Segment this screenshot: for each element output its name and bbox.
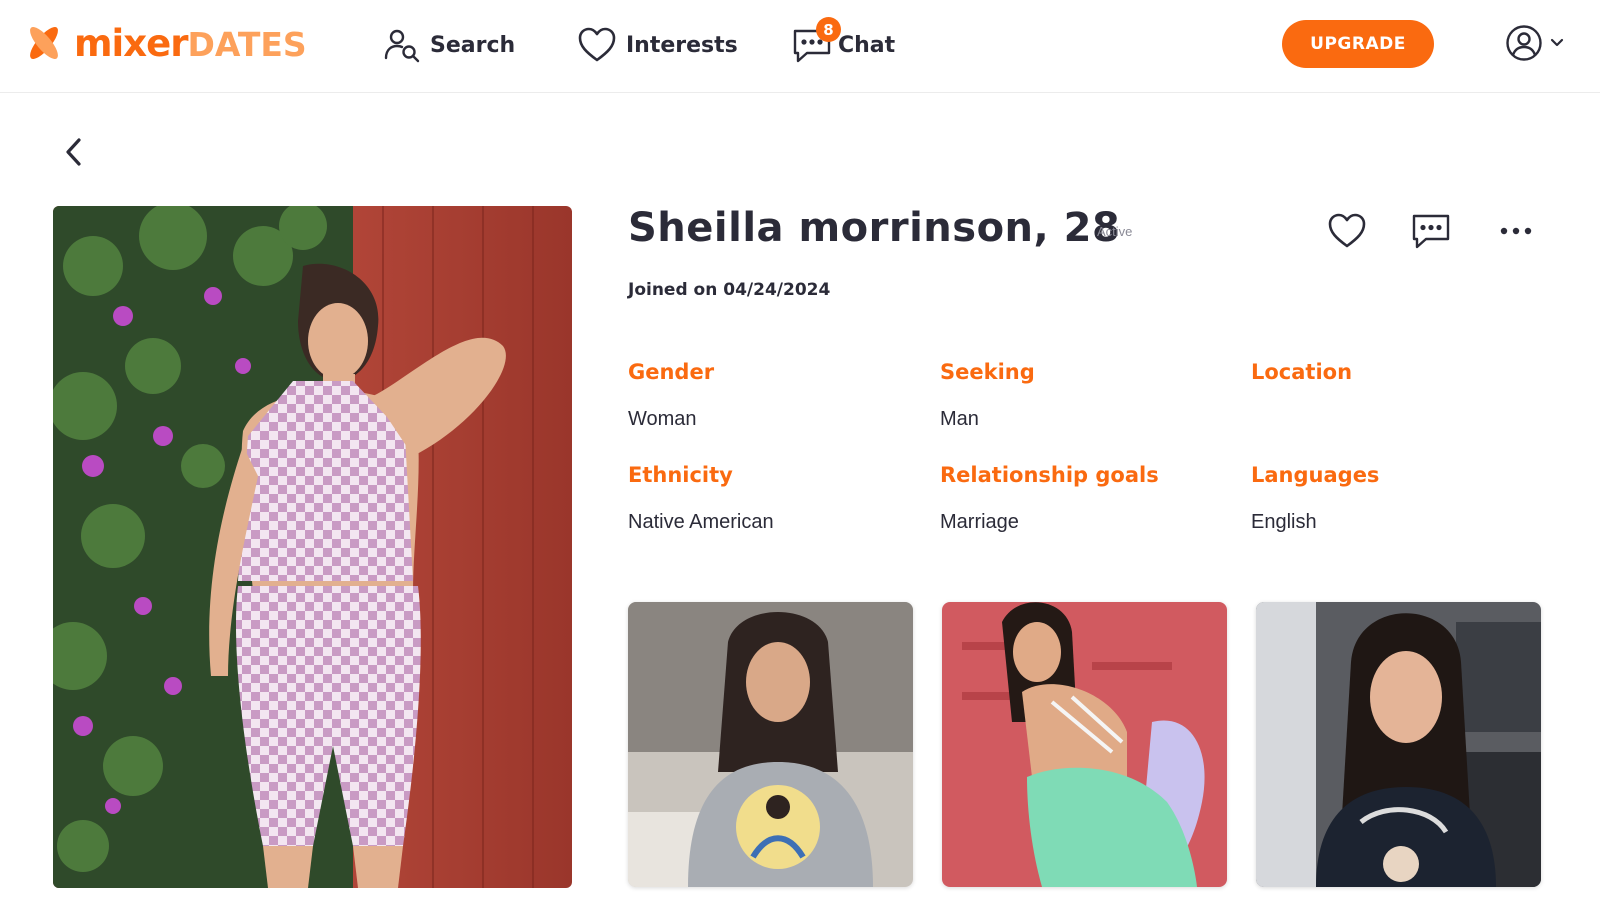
- main-profile-photo[interactable]: [53, 206, 572, 888]
- like-button[interactable]: [1324, 208, 1370, 254]
- more-horizontal-icon: [1500, 227, 1532, 235]
- user-circle-icon: [1506, 25, 1542, 61]
- message-button[interactable]: [1408, 208, 1454, 254]
- heart-icon: [1328, 213, 1366, 248]
- detail-value-gender: Woman: [628, 408, 697, 430]
- gallery-photo-image: [1256, 602, 1541, 887]
- nav-chat[interactable]: 8 Chat: [792, 17, 896, 68]
- nav-search-label: Search: [430, 32, 516, 58]
- profile-name-age: Sheilla morrinson, 28: [628, 205, 1121, 251]
- detail-label-languages: Languages: [1251, 463, 1380, 487]
- upgrade-button[interactable]: UPGRADE: [1282, 20, 1434, 68]
- detail-label-relationship-goals: Relationship goals: [940, 463, 1159, 487]
- chevron-down-icon: [1550, 38, 1564, 47]
- detail-value-relationship-goals: Marriage: [940, 511, 1019, 533]
- gallery-photo-image: [942, 602, 1227, 887]
- back-button[interactable]: [60, 134, 90, 170]
- chevron-left-icon: [66, 138, 81, 166]
- brand-name-part1: mixer: [74, 21, 188, 65]
- heart-icon: [578, 27, 616, 62]
- detail-label-location: Location: [1251, 360, 1353, 384]
- chat-bubble-icon: [1412, 214, 1450, 249]
- nav-chat-label: Chat: [838, 32, 896, 58]
- gallery-photo[interactable]: [1256, 602, 1541, 887]
- joined-date: Joined on 04/24/2024: [628, 280, 831, 300]
- detail-value-seeking: Man: [940, 408, 979, 430]
- account-menu[interactable]: [1505, 24, 1565, 62]
- x-logo-icon: [30, 27, 58, 59]
- detail-label-ethnicity: Ethnicity: [628, 463, 733, 487]
- person-search-icon: [384, 29, 420, 63]
- detail-value-ethnicity: Native American: [628, 511, 774, 533]
- top-nav-bar: mixerDATES Search Interests 8 Chat UPGRA: [0, 0, 1600, 93]
- nav-interests[interactable]: Interests: [578, 22, 738, 68]
- status-badge: Active: [1097, 224, 1133, 239]
- nav-interests-label: Interests: [626, 32, 738, 58]
- detail-label-gender: Gender: [628, 360, 715, 384]
- brand-name-part2: DATES: [187, 24, 307, 64]
- gallery-photo[interactable]: [628, 602, 913, 887]
- detail-value-languages: English: [1251, 511, 1317, 533]
- gallery-photo-image: [628, 602, 913, 887]
- gallery-photo[interactable]: [942, 602, 1227, 887]
- brand-wordmark: mixerDATES: [74, 25, 307, 62]
- nav-search[interactable]: Search: [384, 22, 515, 68]
- more-options-button[interactable]: [1493, 208, 1539, 254]
- detail-label-seeking: Seeking: [940, 360, 1035, 384]
- brand-logo[interactable]: mixerDATES: [24, 20, 307, 66]
- profile-photo-image: [53, 206, 572, 888]
- chat-icon-wrapper: 8: [792, 17, 841, 65]
- chat-unread-badge: 8: [816, 17, 841, 42]
